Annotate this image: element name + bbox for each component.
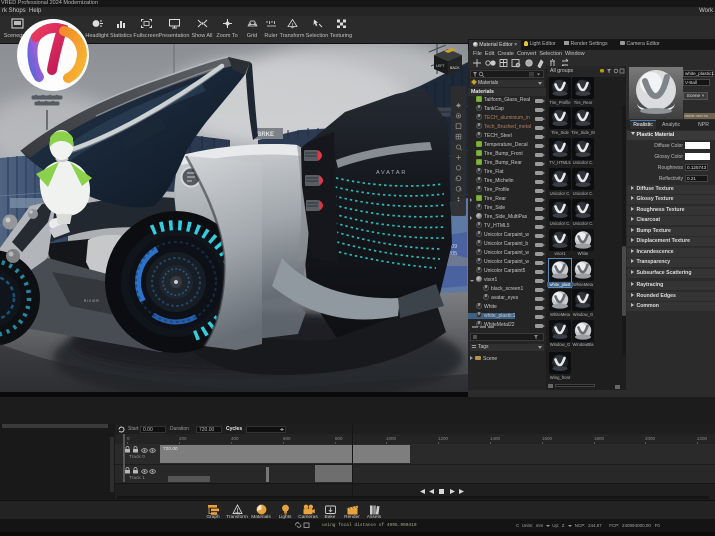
- svg-text:LEFT: LEFT: [436, 64, 445, 68]
- svg-text:BRKE: BRKE: [257, 132, 274, 138]
- svg-text:AVATAR: AVATAR: [376, 170, 407, 176]
- svg-text:BACK: BACK: [450, 66, 460, 70]
- svg-text:RIVIER: RIVIER: [84, 299, 99, 303]
